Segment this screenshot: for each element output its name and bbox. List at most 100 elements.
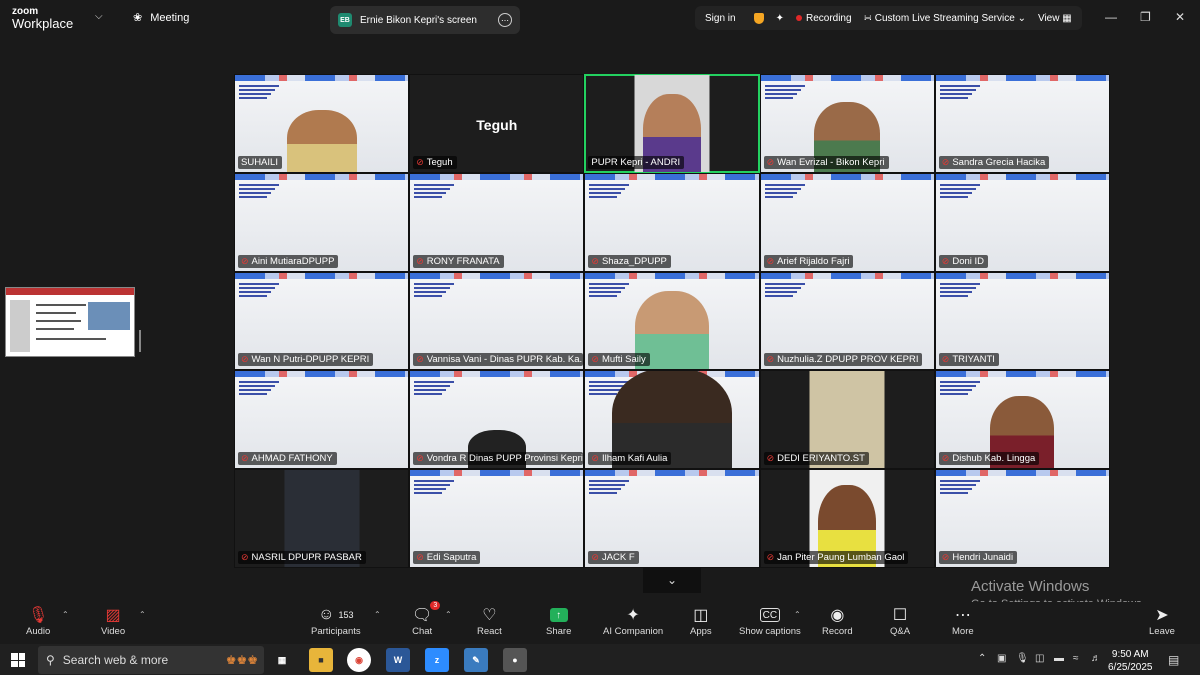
participant-tile[interactable]: ⊘ Nuzhulia.Z DPUPP PROV KEPRI [759,271,935,371]
participant-tile[interactable]: ⊘ Ilham Kafi Aulia [584,370,760,470]
participant-tile[interactable]: ⊘ Shaza_DPUPP [584,172,760,272]
file-explorer-icon[interactable]: ■ [309,648,333,672]
camera-tray-icon[interactable]: ▣ [997,653,1006,664]
shared-screen-thumbnail[interactable] [5,287,135,357]
captions-button[interactable]: CC Show captions [739,604,801,637]
participant-tile[interactable]: ⊘ Jan Piter Paung Lumban Gaol [759,469,935,568]
leave-button[interactable]: ➤ Leave [1149,604,1175,637]
ai-companion-button[interactable]: ✦ AI Companion [603,604,663,637]
participant-tile[interactable]: ⊘ JACK F [584,469,760,568]
captions-options-caret[interactable]: ⌃ [794,610,801,619]
slide-text-line [589,183,630,186]
task-view-icon[interactable]: ▦ [270,648,294,672]
screen-share-tray-icon[interactable]: ◫ [1035,653,1044,664]
chrome-icon[interactable]: ◉ [347,648,371,672]
shield-icon[interactable] [753,12,764,24]
participant-tile[interactable]: ⊘ Aini MutiaraDPUPP [234,172,410,272]
streaming-indicator[interactable]: ∺ Custom Live Streaming Service ⌄ [864,13,1026,24]
participant-name-label: ⊘ Wan N Putri-DPUPP KEPRI [238,353,374,367]
participant-tile[interactable]: ⊘ Sandra Grecia Hacika [934,74,1110,173]
volume-icon[interactable]: ♬ [1091,653,1101,664]
close-icon[interactable]: ✕ [1175,10,1185,24]
taskbar-clock[interactable]: 9:50 AM 6/25/2025 [1108,648,1153,674]
notifications-icon[interactable]: ▤ [1168,653,1179,667]
participant-name: Wan Evrizal - Bikon Kepri [777,156,885,168]
slide-text-line [239,290,271,293]
participant-tile[interactable]: ⊘ Arief Rijaldo Fajri [759,172,935,272]
meeting-label: Meeting [150,11,190,24]
participant-tile[interactable]: ⊘ Wan N Putri-DPUPP KEPRI [234,271,410,371]
thumbnail-sidebar [10,300,30,352]
sparkle-icon[interactable]: ✦ [776,13,784,24]
participant-tile[interactable]: ⊘ Mufti Saily [584,271,760,371]
participant-tile[interactable]: ⊘ RONY FRANATA [409,172,585,272]
slide-text-line [414,389,447,392]
recorder-app-icon[interactable]: ● [503,648,527,672]
minimize-icon[interactable]: — [1105,10,1117,24]
notes-app-icon[interactable]: ✎ [464,648,488,672]
slide-text-line [764,195,793,198]
mic-muted-icon: ⊘ [416,453,424,464]
battery-icon[interactable]: ▬ [1054,653,1064,664]
chat-button[interactable]: 🗨︎ 3 Chat [412,601,441,637]
record-button[interactable]: ◉ Record [822,604,853,637]
recording-indicator[interactable]: Recording [795,13,852,24]
participant-name: Sandra Grecia Hacika [952,156,1046,168]
tray-overflow-icon[interactable]: ⌃ [978,653,986,664]
paw-icon: ❀ [133,12,143,24]
mic-muted-icon: ⊘ [591,255,599,266]
participant-tile[interactable]: ⊘ TRIYANTI [934,271,1110,371]
camera-off-icon: ▨ [105,607,121,624]
qa-button[interactable]: ☐ Q&A [890,604,910,637]
audio-button[interactable]: 🎙︎ Audio [26,604,50,637]
participant-tile[interactable]: PUPR Kepri - ANDRI [584,74,760,173]
wifi-icon[interactable]: ≈ [1073,653,1079,664]
windows-start-icon[interactable] [11,653,25,667]
slide-text-line [589,187,626,190]
participant-name-label: ⊘ Dishub Kab. Lingga [938,452,1040,466]
screen-share-tab[interactable]: EB Ernie Bikon Kepri's screen ⋯ [330,6,520,34]
audio-options-caret[interactable]: ⌃ [62,610,69,619]
participant-tile[interactable]: ⊘ DEDI ERIYANTO.ST [759,370,935,470]
view-button[interactable]: View ▦ [1038,13,1072,24]
participant-tile[interactable]: ⊘ Edi Saputra [409,469,585,568]
more-button[interactable]: ⋯ More [952,604,974,637]
video-button[interactable]: ▨ Video [101,604,125,637]
video-options-caret[interactable]: ⌃ [139,610,146,619]
more-options-icon[interactable]: ⋯ [498,13,512,27]
participant-tile[interactable]: Teguh ⊘ Teguh [409,74,585,173]
participants-options-caret[interactable]: ⌃ [374,610,381,619]
zoom-logo[interactable]: zoom Workplace [12,6,73,30]
participants-button[interactable]: ☺ 153 Participants [311,604,361,637]
apps-button[interactable]: ◫ Apps [690,604,712,637]
chat-options-caret[interactable]: ⌃ [445,610,452,619]
slide-text-line [589,385,626,388]
taskbar-search[interactable]: ⚲ Search web & more ♚♚♚ [38,646,264,674]
participant-tile[interactable]: ⊘ Vannisa Vani - Dinas PUPR Kab. Ka... [409,271,585,371]
zoom-icon[interactable]: z [425,648,449,672]
slide-text-line [414,480,455,483]
participant-tile[interactable]: ⊘ Dishub Kab. Lingga [934,370,1110,470]
slide-text-line [939,85,980,87]
participant-tile[interactable]: ⊘ NASRIL DPUPR PASBAR [234,469,410,568]
word-icon[interactable]: W [386,648,410,672]
sign-in-button[interactable]: Sign in [705,13,742,24]
restore-icon[interactable]: ❐ [1140,10,1151,24]
participant-tile[interactable]: ⊘ Vondra R Dinas PUPP Provinsi Kepri [409,370,585,470]
participant-tile[interactable]: ⊘ Hendri Junaidi [934,469,1110,568]
chevron-down-icon[interactable]: ⌵ [95,11,103,22]
slide-text-line [589,191,622,194]
share-button[interactable]: ↑ Share [546,604,571,637]
participant-tile[interactable]: ⊘ Doni ID [934,172,1110,272]
resize-handle[interactable] [139,330,141,352]
mic-muted-icon: ⊘ [941,156,950,167]
mic-tray-icon[interactable]: 🎙︎ [1016,653,1029,664]
participant-tile[interactable]: ⊘ AHMAD FATHONY [234,370,410,470]
collapse-gallery-button[interactable]: ⌄ [643,567,701,593]
participant-tile[interactable]: SUHAILI [234,74,410,173]
participant-tile[interactable]: ⊘ Wan Evrizal - Bikon Kepri [759,74,935,173]
meeting-menu[interactable]: ❀ Meeting [133,11,190,25]
react-button[interactable]: ♡ React [477,604,502,637]
participant-name-label: ⊘ Vondra R Dinas PUPP Provinsi Kepri [413,452,584,466]
slide-text-line [414,385,451,388]
